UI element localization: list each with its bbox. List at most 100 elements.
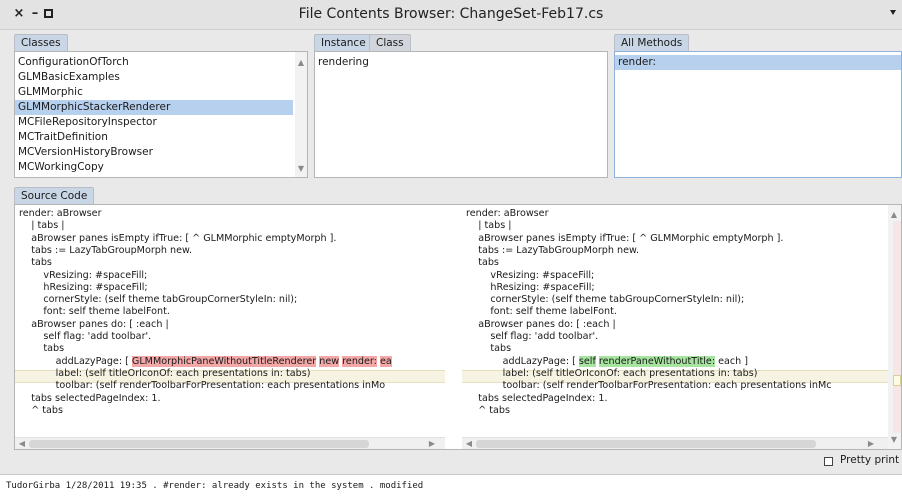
list-item[interactable]: rendering [315, 55, 607, 70]
code-text: tabs selectedPageIndex: 1. [466, 392, 608, 404]
code-text: self flag: 'add toolbar'. [466, 331, 599, 342]
code-line: hResizing: #spaceFill; [19, 281, 148, 294]
code-text: aBrowser panes do: [ :each | [466, 318, 616, 330]
code-line: aBrowser panes isEmpty ifTrue: [ ^ GLMMo… [466, 233, 783, 245]
code-line: toolbar: (self renderToolbarForPresentat… [466, 380, 832, 392]
code-text: cornerStyle: (self theme tabGroupCornerS… [19, 294, 298, 306]
code-text: font: self theme labelFont. [466, 306, 617, 318]
list-item[interactable]: GLMBasicExamples [15, 70, 293, 85]
right-scroll-thumb[interactable] [476, 440, 816, 448]
code-text: tabs [466, 343, 512, 355]
code-line: self flag: 'add toolbar'. [466, 331, 598, 343]
code-text: hResizing: #spaceFill; [466, 281, 595, 293]
list-item[interactable]: render: [615, 55, 901, 70]
code-line: addLazyPage: [ GLMMorphicPaneWithoutTitl… [19, 355, 392, 368]
inserted-text: self [578, 355, 596, 367]
classes-scrollbar[interactable] [295, 52, 307, 177]
scroll-right-icon[interactable]: ▶ [427, 439, 437, 449]
scroll-left-icon[interactable]: ◀ [464, 439, 474, 449]
classes-list[interactable]: ConfigurationOfTorch GLMBasicExamples GLMM… [14, 51, 308, 178]
window-title: File Contents Browser: ChangeSet-Feb17.c… [298, 6, 604, 22]
code-line: tabs [466, 343, 511, 355]
classes-items: ConfigurationOfTorch GLMBasicExamples GLMM… [15, 55, 293, 175]
tab-class[interactable]: Class [369, 34, 411, 51]
tab-all-methods[interactable]: All Methods [614, 34, 690, 51]
categories-list[interactable]: rendering [314, 51, 608, 178]
code-text: aBrowser panes isEmpty ifTrue: [ ^ GLMMo… [466, 232, 784, 244]
right-code-view[interactable]: render: aBrowser | tabs | aBrowser panes… [462, 208, 888, 440]
code-text: tabs selectedPageIndex: 1. [19, 392, 161, 404]
code-text: addLazyPage: [ [466, 355, 579, 367]
code-line: toolbar: (self renderToolbarForPresentat… [19, 380, 386, 392]
code-line: tabs [19, 257, 52, 269]
code-line: label: (self titleOrIconOf: each present… [19, 367, 311, 380]
right-horizontal-scrollbar[interactable]: ◀ ▶ [462, 437, 888, 449]
code-text: tabs := LazyTabGroupMorph new. [19, 244, 192, 256]
code-line: ^ tabs [19, 405, 63, 417]
scroll-up-icon[interactable]: ▲ [889, 210, 899, 220]
code-text: label: (self titleOrIconOf: each present… [19, 367, 311, 379]
code-text: ^ tabs [466, 404, 511, 416]
tab-instance[interactable]: Instance [314, 34, 373, 51]
code-text: label: (self titleOrIconOf: each present… [466, 367, 758, 379]
scroll-down-icon[interactable]: ▼ [296, 164, 306, 174]
code-text: render: aBrowser [466, 208, 549, 219]
pretty-print-checkbox[interactable] [824, 457, 833, 466]
categories-items: rendering [315, 55, 607, 70]
methods-list[interactable]: render: [614, 51, 902, 178]
title-bar[interactable]: × – File Contents Browser: ChangeSet-Feb… [0, 0, 902, 30]
list-item[interactable]: MCTraitDefinition [15, 130, 293, 145]
deleted-text: ea [379, 355, 392, 367]
left-horizontal-scrollbar[interactable]: ◀ ▶ [15, 437, 445, 449]
code-line: aBrowser panes isEmpty ifTrue: [ ^ GLMMo… [19, 233, 336, 245]
code-text: tabs [19, 343, 65, 355]
code-line: cornerStyle: (self theme tabGroupCornerS… [466, 294, 744, 306]
list-item[interactable]: GLMMorphic [15, 85, 293, 100]
window-menu-icon[interactable] [890, 10, 896, 15]
code-text: hResizing: #spaceFill; [19, 281, 148, 293]
status-bar: TudorGirba 1/28/2011 19:35 . #render: al… [0, 474, 902, 496]
code-line: vResizing: #spaceFill; [19, 270, 147, 282]
code-line: | tabs | [466, 220, 511, 232]
list-item[interactable]: MCFileRepositoryInspector [15, 115, 293, 130]
code-text: tabs [466, 257, 499, 269]
code-line: tabs selectedPageIndex: 1. [19, 392, 161, 405]
scroll-up-icon[interactable]: ▲ [296, 58, 306, 68]
methods-items: render: [615, 55, 901, 70]
deleted-text: render: [342, 355, 377, 367]
scroll-down-icon[interactable]: ▼ [889, 435, 899, 445]
left-scroll-thumb[interactable] [29, 440, 369, 448]
code-line: hResizing: #spaceFill; [466, 281, 595, 294]
code-line: vResizing: #spaceFill; [466, 270, 594, 282]
code-text: ^ tabs [19, 404, 64, 416]
code-text: aBrowser panes do: [ :each | [19, 318, 169, 330]
list-item[interactable]: ConfigurationOfTorch [15, 55, 293, 70]
code-text: tabs := LazyTabGroupMorph new. [466, 244, 639, 256]
pretty-print-label: Pretty print [840, 454, 900, 466]
code-line: addLazyPage: [ self renderPaneWithoutTit… [466, 355, 748, 368]
code-text: toolbar: (self renderToolbarForPresentat… [19, 380, 386, 392]
scroll-left-icon[interactable]: ◀ [17, 439, 27, 449]
code-line: tabs selectedPageIndex: 1. [466, 392, 608, 405]
list-item[interactable]: GLMMorphicStackerRenderer [15, 100, 293, 115]
code-text: vResizing: #spaceFill; [19, 269, 148, 281]
code-line: tabs := LazyTabGroupMorph new. [19, 245, 192, 257]
scroll-right-icon[interactable]: ▶ [866, 439, 876, 449]
list-item[interactable]: MCVersionHistoryBrowser [15, 145, 293, 160]
code-text: self flag: 'add toolbar'. [19, 331, 152, 342]
code-text: aBrowser panes isEmpty ifTrue: [ ^ GLMMo… [19, 232, 337, 244]
code-line: font: self theme labelFont. [466, 306, 617, 318]
code-line: tabs := LazyTabGroupMorph new. [466, 245, 639, 257]
source-code-pane[interactable]: render: aBrowser | tabs | aBrowser panes… [14, 204, 902, 450]
tab-classes[interactable]: Classes [14, 34, 68, 51]
list-item[interactable]: MCWorkingCopy [15, 160, 293, 175]
left-code-view[interactable]: render: aBrowser | tabs | aBrowser panes… [15, 208, 445, 440]
code-text: | tabs | [19, 220, 65, 232]
code-text: tabs [19, 257, 52, 269]
code-line: tabs [19, 343, 64, 355]
code-line: render: aBrowser [19, 208, 102, 220]
code-text: toolbar: (self renderToolbarForPresentat… [466, 380, 832, 392]
tab-source-code[interactable]: Source Code [14, 187, 95, 204]
code-line: | tabs | [19, 220, 65, 232]
code-line: label: (self titleOrIconOf: each present… [466, 367, 758, 380]
